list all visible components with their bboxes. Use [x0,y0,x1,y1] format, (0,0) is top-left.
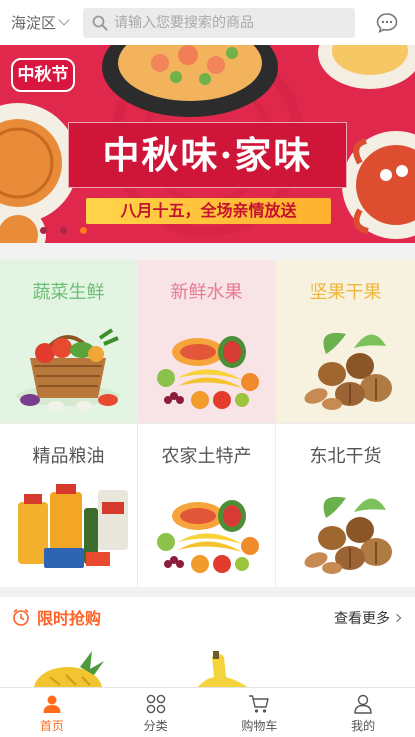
category-label: 蔬菜生鲜 [32,282,105,303]
category-nuts[interactable]: 坚果干果 [276,260,415,423]
tab-label: 我的 [351,719,376,733]
tab-category[interactable]: 分类 [104,688,208,737]
flash-sale-title: 限时抢购 [37,609,102,628]
fruit-pile-icon [157,500,259,573]
category-grid-icon [146,694,165,714]
chevron-right-icon [392,613,402,623]
flash-sale-header: 限时抢购 查看更多 [0,597,415,637]
category-vegetables[interactable]: 蔬菜生鲜 [0,260,137,423]
category-label: 农家土特产 [161,446,252,467]
category-fresh-fruit[interactable]: 新鲜水果 [138,260,275,423]
search-bar[interactable] [83,7,355,38]
walnut-icon [304,496,392,574]
tab-label: 购物车 [241,719,278,733]
home-user-icon [43,695,61,713]
app-page: 海淀区 请输入您要搜索的商品 中秋节 中秋味·家味 八月十五，全场亲情放送 蔬菜… [0,0,415,737]
promo-banner[interactable]: 中秋节 中秋味·家味 八月十五，全场亲情放送 [0,45,415,243]
banner-subtitle-ribbon: 八月十五，全场亲情放送 [86,198,331,224]
region-label: 海淀区 [11,14,57,32]
region-selector[interactable]: 海淀区 [11,12,83,33]
category-label: 新鲜水果 [170,282,243,303]
flash-sale-section: 限时抢购 查看更多 [0,597,415,687]
carousel-dot[interactable] [60,227,67,234]
tab-profile[interactable]: 我的 [311,688,415,737]
top-header: 海淀区 [0,0,415,45]
category-northeast-dried[interactable]: 东北干货 [276,424,415,587]
category-grid: 蔬菜生鲜 新鲜水果 坚果干果 精品粮油 农家土特产 东北干货 [0,260,415,587]
festival-logo: 中秋节 [11,58,75,92]
category-label: 精品粮油 [32,446,105,467]
banner-subtitle: 八月十五，全场亲情放送 [120,201,297,220]
category-farm-specialty[interactable]: 农家土特产 [138,424,275,587]
search-icon [92,15,108,30]
tab-label: 分类 [143,719,168,733]
category-label: 坚果干果 [309,282,382,303]
search-input[interactable] [114,14,349,31]
tab-home[interactable]: 首页 [0,688,104,737]
grid-divider [0,423,415,424]
vegetable-basket-icon [16,328,120,411]
bottom-tab-bar: 首页 分类 购物车 我的 [0,687,415,737]
grain-oil-icon [18,484,128,568]
view-more-label: 查看更多 [334,611,390,627]
chevron-down-icon [58,14,70,26]
profile-icon [354,694,372,714]
flash-sale-products-preview[interactable] [0,637,415,687]
message-icon[interactable] [375,11,399,35]
cart-icon [249,695,270,713]
walnut-icon [304,332,392,410]
carousel-dot-active[interactable] [80,227,87,234]
tab-cart[interactable]: 购物车 [208,688,312,737]
fruit-pile-icon [157,336,259,409]
view-more-link[interactable]: 查看更多 [334,608,402,628]
category-grain-oil[interactable]: 精品粮油 [0,424,137,587]
carousel-indicators [40,227,100,234]
carousel-dot[interactable] [40,227,47,234]
festival-logo-text: 中秋节 [17,65,69,85]
alarm-clock-icon [13,608,29,626]
category-label: 东北干货 [309,446,382,467]
banner-title-box: 中秋味·家味 [68,122,347,188]
banner-title: 中秋味·家味 [102,133,313,177]
tab-label: 首页 [39,719,64,733]
